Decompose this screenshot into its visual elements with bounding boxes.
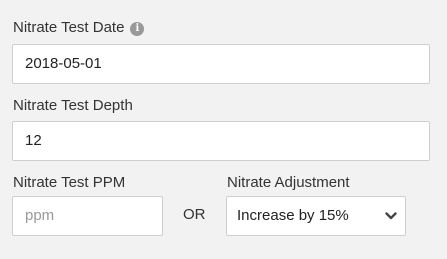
test-date-label: Nitrate Test Date xyxy=(13,19,125,36)
test-depth-field[interactable]: 12 xyxy=(12,121,430,161)
adjustment-select[interactable]: Increase by 15% xyxy=(226,196,406,236)
test-ppm-label: Nitrate Test PPM xyxy=(13,174,126,191)
or-separator: OR xyxy=(183,206,206,223)
nitrate-form: Nitrate Test Date i 2018-05-01 Nitrate Te… xyxy=(0,0,447,259)
test-date-field[interactable]: 2018-05-01 xyxy=(12,44,430,84)
adjustment-selected-value: Increase by 15% xyxy=(237,207,349,224)
test-depth-label: Nitrate Test Depth xyxy=(13,97,133,114)
info-icon[interactable]: i xyxy=(130,22,145,36)
test-ppm-input[interactable]: ppm xyxy=(12,196,163,236)
test-date-label-row: Nitrate Test Date i xyxy=(13,19,145,37)
adjustment-label: Nitrate Adjustment xyxy=(227,174,350,191)
chevron-down-icon xyxy=(385,212,397,220)
